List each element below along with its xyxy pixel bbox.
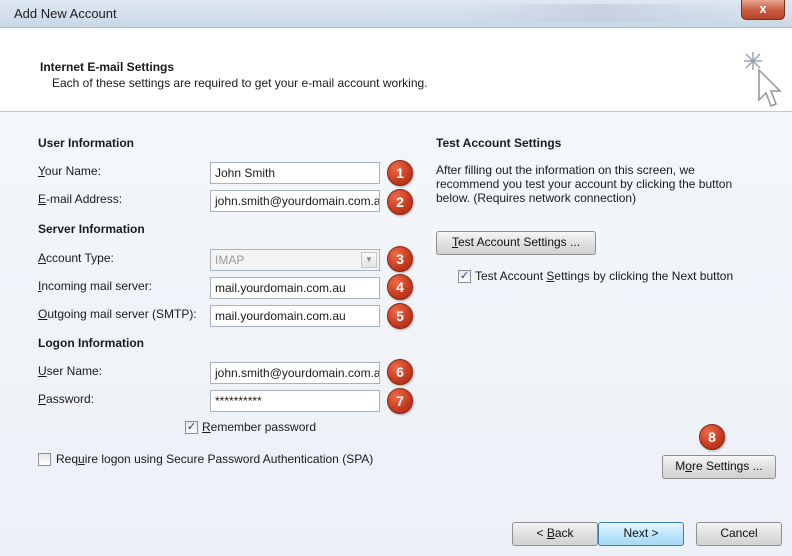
- account-type-label: Account Type:: [38, 251, 114, 265]
- header-panel: Internet E-mail Settings Each of these s…: [0, 28, 792, 112]
- email-address-field[interactable]: john.smith@yourdomain.com.au: [210, 190, 380, 212]
- outgoing-server-label: Outgoing mail server (SMTP):: [38, 307, 197, 321]
- user-info-heading: User Information: [38, 136, 135, 150]
- remember-password-label: Remember password: [202, 420, 317, 434]
- step-badge-1: 1: [387, 160, 413, 186]
- outgoing-server-field[interactable]: mail.yourdomain.com.au: [210, 305, 380, 327]
- test-on-next-label: Test Account Settings by clicking the Ne…: [475, 269, 734, 283]
- cancel-button[interactable]: Cancel: [696, 522, 782, 546]
- next-button[interactable]: Next >: [598, 522, 684, 546]
- account-type-select[interactable]: IMAP ▼: [210, 249, 380, 271]
- spa-label: Require logon using Secure Password Auth…: [56, 452, 374, 466]
- step-badge-5: 5: [387, 303, 413, 329]
- more-settings-button[interactable]: More Settings ...: [662, 455, 776, 479]
- step-badge-7: 7: [387, 388, 413, 414]
- test-account-settings-button[interactable]: Test Account Settings ...: [436, 231, 596, 255]
- chevron-down-icon: ▼: [361, 252, 377, 268]
- spa-checkbox[interactable]: [38, 453, 51, 466]
- close-button[interactable]: x: [741, 0, 785, 20]
- user-name-label: User Name:: [38, 364, 103, 378]
- incoming-server-label: Incoming mail server:: [38, 279, 153, 293]
- window-title: Add New Account: [14, 6, 117, 21]
- back-button[interactable]: < Back: [512, 522, 598, 546]
- your-name-field[interactable]: John Smith: [210, 162, 380, 184]
- server-info-heading: Server Information: [38, 222, 145, 236]
- test-on-next-checkbox[interactable]: ✓: [458, 270, 471, 283]
- step-badge-3: 3: [387, 246, 413, 272]
- title-bar: Add New Account x: [0, 0, 792, 28]
- page-title: Internet E-mail Settings: [40, 60, 175, 74]
- your-name-label: Your Name:: [38, 164, 101, 178]
- cursor-sparkle-icon: [744, 52, 782, 107]
- logon-info-heading: Logon Information: [38, 336, 144, 350]
- form-body: User Information Your Name: John Smith 1…: [0, 112, 792, 556]
- background-window-ghost: [460, 4, 740, 22]
- test-settings-heading: Test Account Settings: [436, 136, 562, 150]
- user-name-field[interactable]: john.smith@yourdomain.com.au: [210, 362, 380, 384]
- remember-password-checkbox[interactable]: ✓: [185, 421, 198, 434]
- step-badge-6: 6: [387, 359, 413, 385]
- password-field[interactable]: **********: [210, 390, 380, 412]
- incoming-server-field[interactable]: mail.yourdomain.com.au: [210, 277, 380, 299]
- step-badge-8: 8: [699, 424, 725, 450]
- test-description-line2: recommend you test your account by click…: [436, 177, 733, 191]
- email-address-label: E-mail Address:: [38, 192, 123, 206]
- test-description-line3: below. (Requires network connection): [436, 191, 637, 205]
- test-description-line1: After filling out the information on thi…: [436, 163, 695, 177]
- checkmark-icon: ✓: [459, 270, 470, 282]
- account-type-value: IMAP: [215, 253, 245, 267]
- checkmark-icon: ✓: [186, 421, 197, 433]
- page-subtitle: Each of these settings are required to g…: [52, 76, 428, 90]
- password-label: Password:: [38, 392, 95, 406]
- step-badge-4: 4: [387, 274, 413, 300]
- step-badge-2: 2: [387, 189, 413, 215]
